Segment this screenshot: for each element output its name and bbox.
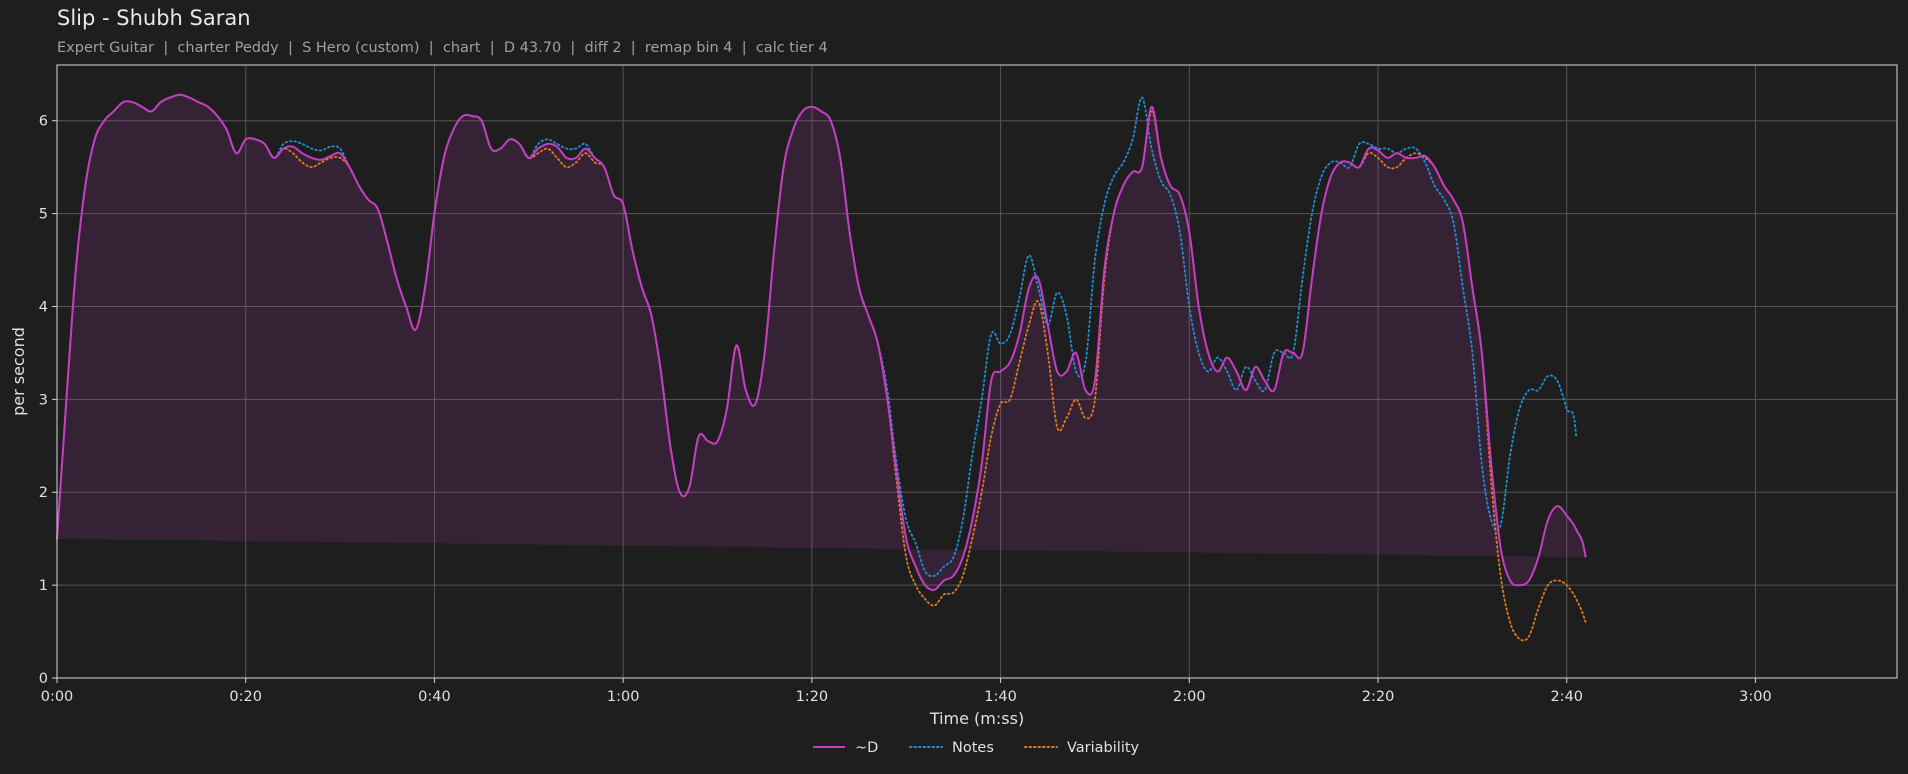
legend-label-d: ~D [855, 740, 878, 756]
y-axis-ticks: 0 1 2 3 4 5 6 [39, 114, 57, 687]
x-axis-label: Time (m:ss) [929, 709, 1024, 728]
y-tick-label: 6 [39, 114, 48, 130]
x-tick-label: 1:40 [984, 689, 1017, 705]
x-tick-label: 0:40 [418, 689, 451, 705]
legend: ~D Notes Variability [813, 740, 1140, 756]
y-axis-label: per second [9, 327, 28, 416]
y-tick-label: 1 [39, 578, 48, 594]
y-tick-label: 5 [39, 207, 48, 223]
x-tick-label: 1:20 [796, 689, 829, 705]
y-tick-label: 2 [39, 485, 48, 501]
x-tick-label: 0:20 [229, 689, 262, 705]
y-tick-label: 4 [39, 299, 48, 315]
x-tick-label: 2:00 [1173, 689, 1206, 705]
legend-label-notes: Notes [952, 740, 994, 756]
line-chart: 0:00 0:20 0:40 1:00 1:20 1:40 2:00 2:20 2:40 3:00… [9, 64, 1898, 756]
x-axis-ticks: 0:00 0:20 0:40 1:00 1:20 1:40 2:00 2:20 2:40 3:00 [41, 678, 1772, 705]
x-tick-label: 1:00 [607, 689, 640, 705]
legend-label-variability: Variability [1067, 740, 1140, 756]
area-fill-d [57, 94, 1586, 590]
x-tick-label: 2:20 [1362, 689, 1395, 705]
x-tick-label: 3:00 [1739, 689, 1772, 705]
area-fill [57, 94, 1586, 590]
x-tick-label: 2:40 [1550, 689, 1583, 705]
y-tick-label: 3 [39, 392, 48, 408]
y-tick-label: 0 [39, 671, 48, 687]
x-tick-label: 0:00 [41, 689, 74, 705]
